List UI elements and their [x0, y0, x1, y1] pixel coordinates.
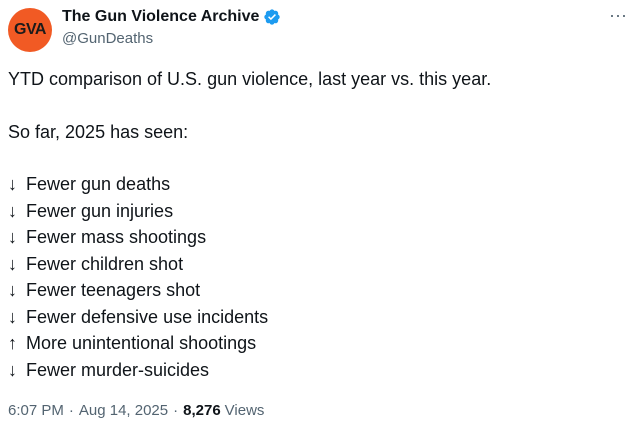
- tweet-header: GVA The Gun Violence Archive @GunDeaths …: [8, 6, 632, 52]
- tweet-lead: So far, 2025 has seen:: [8, 121, 189, 142]
- arrow-down-icon: ↓: [8, 253, 17, 274]
- list-item: ↓ Fewer children shot: [8, 251, 628, 278]
- author-block: The Gun Violence Archive @GunDeaths: [62, 6, 281, 47]
- list-item-text: Fewer gun deaths: [26, 174, 171, 194]
- list-item-text: Fewer gun injuries: [26, 200, 174, 221]
- name-row: The Gun Violence Archive: [62, 6, 281, 28]
- list-item: ↓ Fewer gun injuries: [8, 198, 628, 225]
- tweet-body: YTD comparison of U.S. gun violence, las…: [8, 66, 628, 383]
- list-item: ↓ Fewer teenagers shot: [8, 277, 628, 304]
- list-item: ↓ Fewer mass shootings: [8, 224, 628, 251]
- views-count[interactable]: 8,276: [183, 402, 221, 419]
- separator: ·: [68, 402, 74, 419]
- tweet-meta: 6:07 PM · Aug 14, 2025 · 8,276 Views: [8, 402, 264, 419]
- arrow-down-icon: ↓: [8, 227, 17, 247]
- tweet-card: GVA The Gun Violence Archive @GunDeaths …: [0, 0, 640, 428]
- more-options-icon[interactable]: ···: [606, 6, 630, 28]
- line-break: [8, 145, 628, 171]
- list-item-text: Fewer teenagers shot: [26, 280, 201, 300]
- views-label: Views: [224, 402, 265, 419]
- arrow-down-icon: ↓: [8, 200, 17, 221]
- arrow-down-icon: ↓: [8, 359, 17, 380]
- avatar[interactable]: GVA: [8, 8, 52, 52]
- arrow-down-icon: ↓: [8, 280, 17, 300]
- arrow-up-icon: ↑: [8, 333, 17, 353]
- list-item-text: Fewer defensive use incidents: [26, 306, 269, 327]
- list-item: ↓ Fewer gun deaths: [8, 171, 628, 198]
- list-item-text: Fewer children shot: [26, 253, 184, 274]
- tweet-time[interactable]: 6:07 PM: [8, 402, 64, 419]
- line-break: [8, 93, 628, 119]
- handle[interactable]: @GunDeaths: [62, 30, 281, 47]
- display-name[interactable]: The Gun Violence Archive: [62, 8, 259, 26]
- list-item: ↓ Fewer defensive use incidents: [8, 304, 628, 331]
- list-item: ↑ More unintentional shootings: [8, 330, 628, 357]
- separator: ·: [173, 402, 179, 419]
- list-item: ↓ Fewer murder-suicides: [8, 357, 628, 384]
- comparison-list: ↓ Fewer gun deaths ↓ Fewer gun injuries ↓ F…: [8, 171, 628, 383]
- verified-badge-icon: [264, 9, 281, 25]
- arrow-down-icon: ↓: [8, 174, 17, 194]
- tweet-date[interactable]: Aug 14, 2025: [79, 402, 168, 419]
- tweet-intro: YTD comparison of U.S. gun violence, las…: [8, 69, 492, 89]
- list-item-text: Fewer mass shootings: [26, 227, 207, 247]
- list-item-text: More unintentional shootings: [26, 333, 257, 353]
- list-item-text: Fewer murder-suicides: [26, 359, 210, 380]
- arrow-down-icon: ↓: [8, 306, 17, 327]
